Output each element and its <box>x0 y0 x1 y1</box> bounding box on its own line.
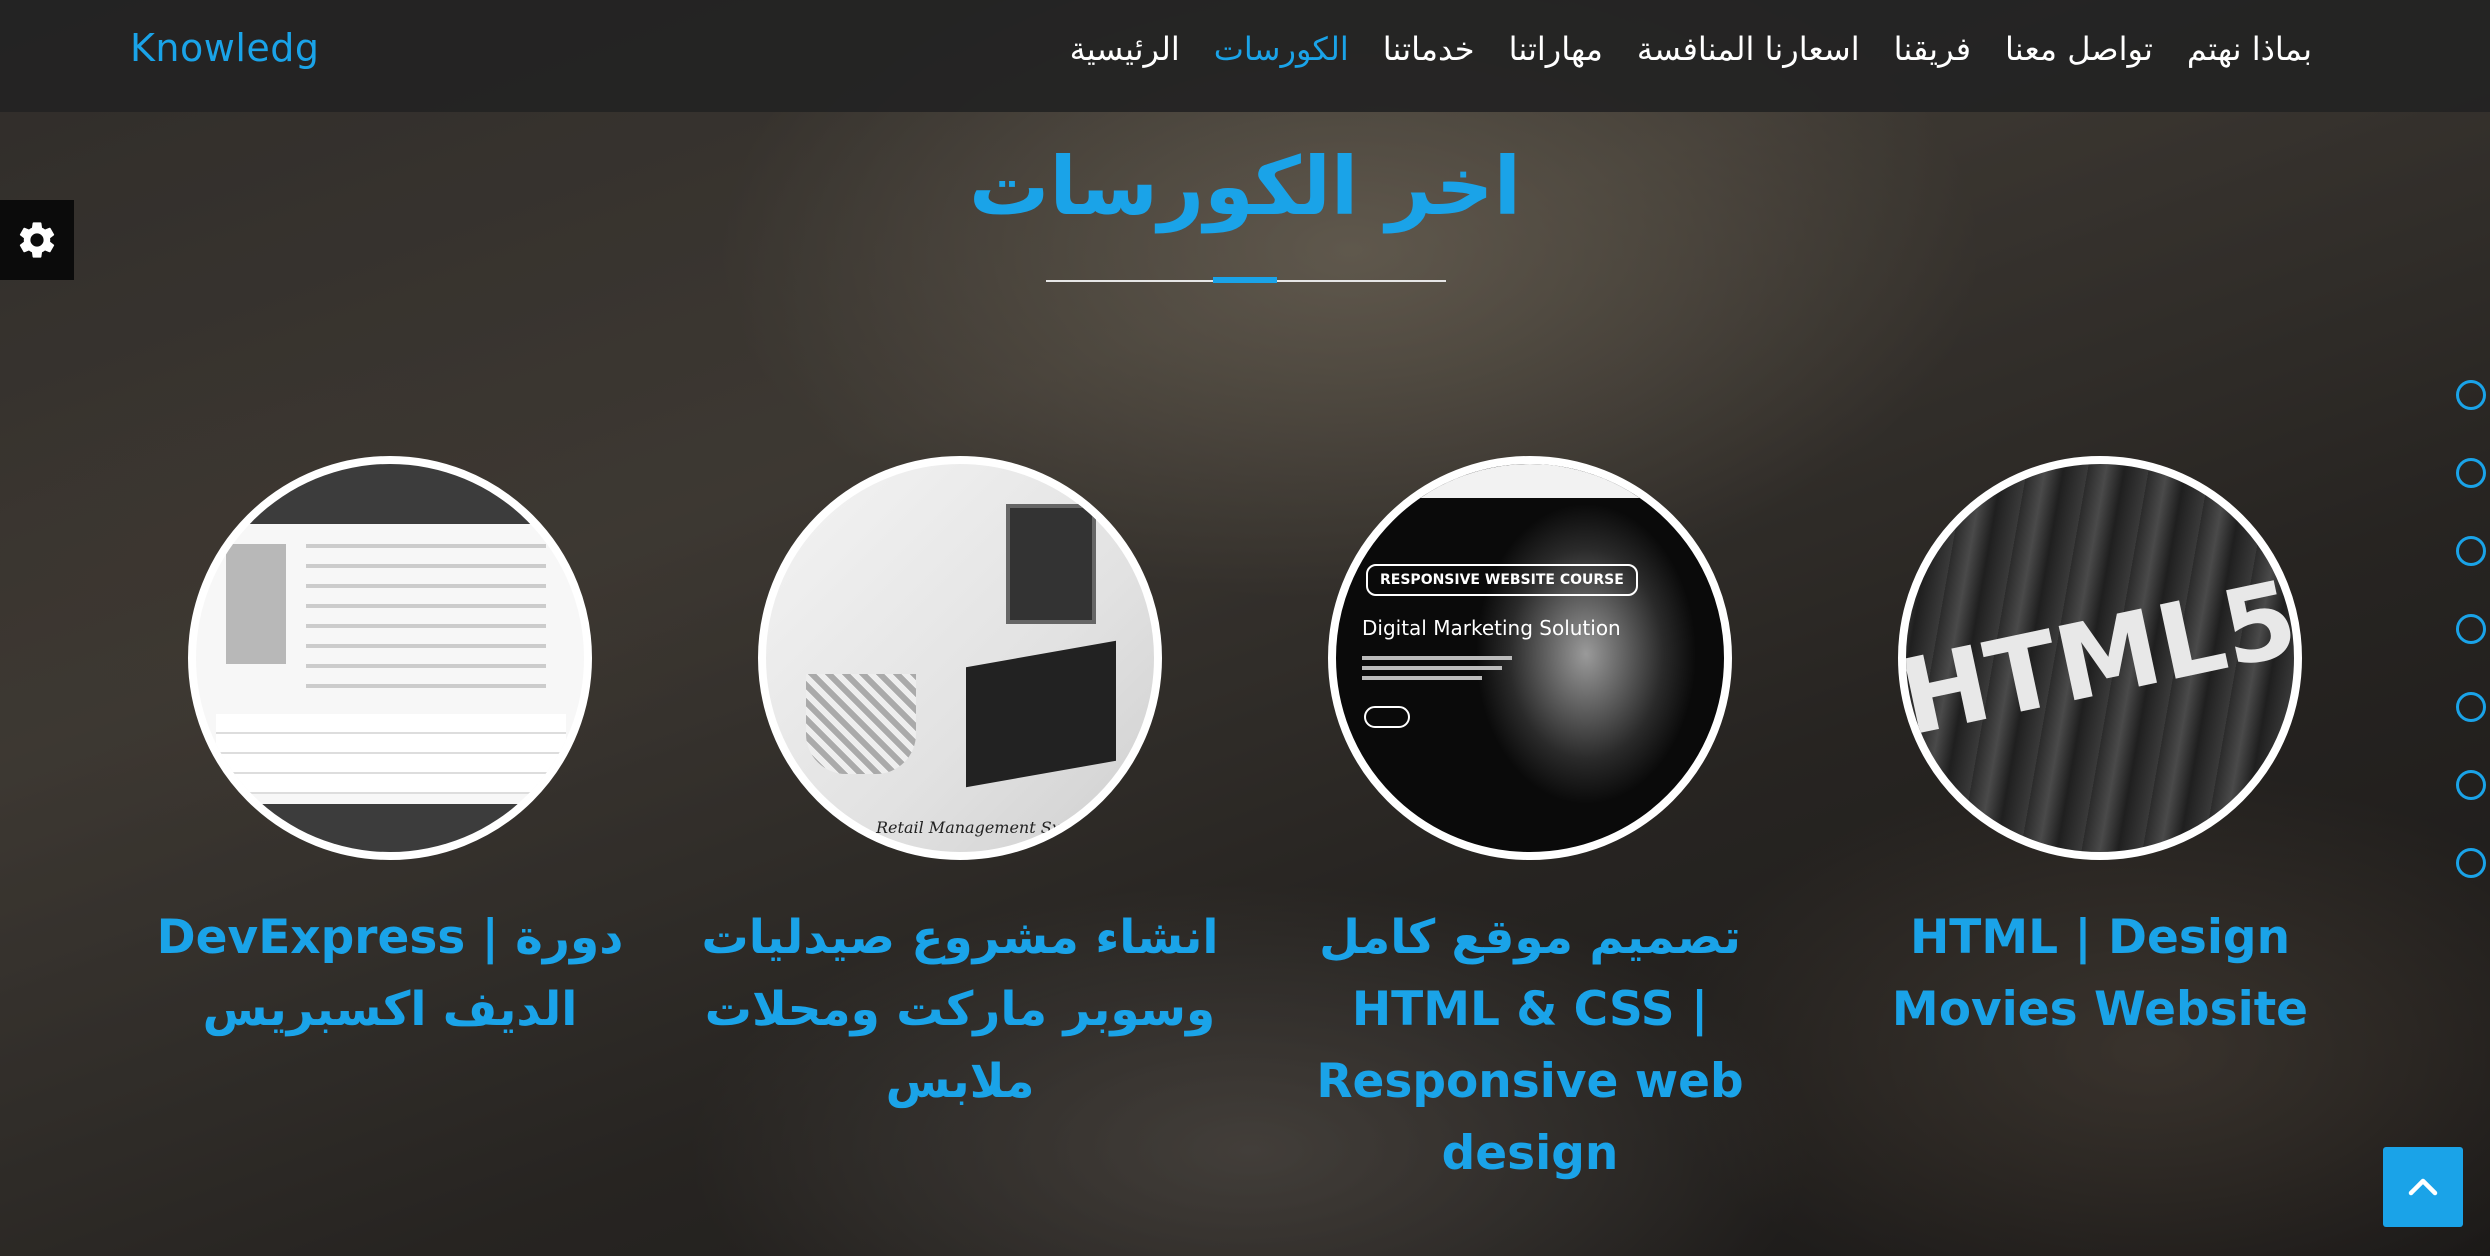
course-title[interactable]: تصميم موقع كامل HTML & CSS | Responsive … <box>1270 902 1790 1190</box>
svg-text:HTML5: HTML5 <box>1906 557 2294 760</box>
app-footer <box>196 804 584 852</box>
dot-nav-3[interactable] <box>2456 536 2486 566</box>
image-heading: Digital Marketing Solution <box>1362 616 1621 640</box>
section-title: اخر الكورسات <box>969 140 1521 233</box>
nav-item-services[interactable]: خدماتنا <box>1383 30 1475 68</box>
html5-graphic: HTML5 <box>1906 557 2294 760</box>
course-image[interactable]: Retail Management System <box>758 456 1162 860</box>
course-image[interactable]: HTML5 <box>1898 456 2302 860</box>
navbar: Knowledg الرئيسية الكورسات خدماتنا مهارا… <box>0 0 2490 112</box>
nav-item-contact[interactable]: تواصل معنا <box>2005 30 2153 68</box>
dot-nav-2[interactable] <box>2456 458 2486 488</box>
profile-photo <box>226 544 286 664</box>
course-card: HTML5 HTML | Design Movies Website <box>1850 456 2350 1046</box>
course-title[interactable]: انشاء مشروع صيدليات وسوبر ماركت ومحلات م… <box>700 902 1220 1118</box>
monitor-shape <box>1006 504 1096 624</box>
dot-nav-7[interactable] <box>2456 848 2486 878</box>
dot-nav-6[interactable] <box>2456 770 2486 800</box>
nav-item-home[interactable]: الرئيسية <box>1070 30 1180 68</box>
chevron-up-icon <box>2408 1178 2438 1196</box>
dot-nav-5[interactable] <box>2456 692 2486 722</box>
nav-item-courses[interactable]: الكورسات <box>1214 30 1349 68</box>
dot-nav-4[interactable] <box>2456 614 2486 644</box>
course-image[interactable] <box>188 456 592 860</box>
image-badge: RESPONSIVE WEBSITE COURSE <box>1366 564 1638 596</box>
course-card: DevExpress | دورة الديف اكسبريس <box>140 456 640 1046</box>
data-grid <box>216 714 566 794</box>
nav-item-skills[interactable]: مهاراتنا <box>1509 30 1603 68</box>
register-shape <box>966 640 1116 788</box>
nav-item-team[interactable]: فريقنا <box>1894 30 1971 68</box>
title-divider-accent <box>1213 277 1277 283</box>
course-title[interactable]: HTML | Design Movies Website <box>1840 902 2360 1046</box>
main-nav: الرئيسية الكورسات خدماتنا مهاراتنا اسعار… <box>1070 30 2312 68</box>
course-card: Retail Management System انشاء مشروع صيد… <box>702 456 1218 1118</box>
nav-item-about[interactable]: بماذا نهتم <box>2187 30 2312 68</box>
basket-shape <box>806 674 916 774</box>
image-caption: Retail Management System <box>876 818 1101 837</box>
scroll-top-button[interactable] <box>2383 1147 2463 1227</box>
dot-nav-1[interactable] <box>2456 380 2486 410</box>
app-toolbar <box>196 464 584 524</box>
nav-item-pricing[interactable]: اسعارنا المنافسة <box>1637 30 1860 68</box>
course-card: RESPONSIVE WEBSITE COURSE Digital Market… <box>1280 456 1780 1190</box>
course-image[interactable]: RESPONSIVE WEBSITE COURSE Digital Market… <box>1328 456 1732 860</box>
brand-logo[interactable]: Knowledg <box>130 26 320 70</box>
course-title[interactable]: DevExpress | دورة الديف اكسبريس <box>130 902 650 1046</box>
